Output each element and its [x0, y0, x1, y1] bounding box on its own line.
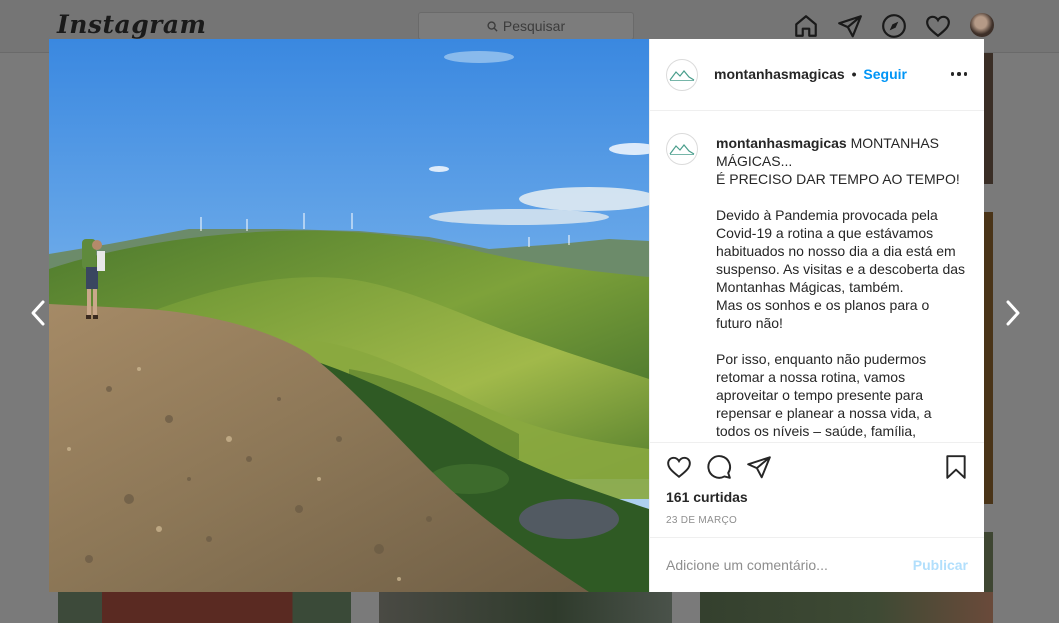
- separator-dot: •: [851, 66, 857, 82]
- more-dot-icon: [950, 72, 955, 76]
- chevron-left-icon: [31, 300, 45, 326]
- background-tile: [379, 592, 672, 623]
- comment-input[interactable]: [666, 554, 896, 576]
- more-dot-icon: [963, 72, 968, 76]
- mountain-logo-icon: [669, 70, 695, 81]
- publish-button[interactable]: Publicar: [913, 557, 968, 573]
- background-tile: [58, 592, 351, 623]
- comment-button[interactable]: [706, 454, 732, 480]
- follow-button[interactable]: Seguir: [863, 66, 907, 82]
- caption-text: MONTANHAS MÁGICAS... É PRECISO DAR TEMPO…: [716, 135, 966, 439]
- send-icon: [747, 456, 771, 479]
- like-button[interactable]: [666, 454, 692, 480]
- background-tile: [700, 592, 993, 623]
- chevron-right-icon: [1006, 300, 1020, 326]
- likes-count[interactable]: 161 curtidas: [666, 489, 748, 505]
- search-icon: [487, 20, 498, 32]
- share-button[interactable]: [746, 454, 772, 480]
- post-actions: 161 curtidas 23 DE MARÇO: [650, 442, 984, 537]
- previous-post-arrow[interactable]: [25, 296, 51, 330]
- comment-icon: [707, 455, 731, 479]
- background-tile: [984, 532, 993, 592]
- post-modal: montanhasmagicas • Seguir montanhasmagic…: [49, 39, 984, 592]
- instagram-logo[interactable]: Instagram: [57, 10, 207, 39]
- comment-form: Publicar: [650, 537, 984, 592]
- caption-avatar[interactable]: [666, 133, 698, 165]
- explore-icon[interactable]: [881, 13, 907, 39]
- comments-scroll-area[interactable]: montanhasmagicas MONTANHAS MÁGICAS... É …: [650, 111, 984, 442]
- account-avatar[interactable]: [666, 59, 698, 91]
- next-post-arrow[interactable]: [1000, 296, 1026, 330]
- post-date[interactable]: 23 DE MARÇO: [666, 515, 737, 526]
- profile-avatar[interactable]: [970, 13, 994, 37]
- post-author-line: montanhasmagicas • Seguir: [714, 66, 907, 82]
- background-tile: [984, 212, 993, 504]
- search-box[interactable]: Pesquisar: [418, 12, 634, 40]
- direct-icon[interactable]: [837, 13, 863, 39]
- author-username[interactable]: montanhasmagicas: [714, 66, 845, 82]
- post-header: montanhasmagicas • Seguir: [650, 39, 984, 111]
- more-dot-icon: [957, 72, 961, 76]
- background-tile: [984, 53, 993, 184]
- heart-icon: [667, 456, 691, 478]
- save-button[interactable]: [943, 454, 969, 480]
- home-icon[interactable]: [793, 13, 819, 39]
- mountain-logo-icon: [669, 144, 695, 155]
- more-options-button[interactable]: [950, 66, 968, 82]
- activity-heart-icon[interactable]: [925, 13, 951, 39]
- search-placeholder: Pesquisar: [502, 18, 566, 34]
- post-caption: montanhasmagicas MONTANHAS MÁGICAS... É …: [716, 134, 966, 440]
- bookmark-icon: [946, 455, 966, 479]
- caption-username[interactable]: montanhasmagicas: [716, 135, 847, 151]
- post-photo: [49, 39, 649, 592]
- post-sidebar: montanhasmagicas • Seguir montanhasmagic…: [649, 39, 984, 592]
